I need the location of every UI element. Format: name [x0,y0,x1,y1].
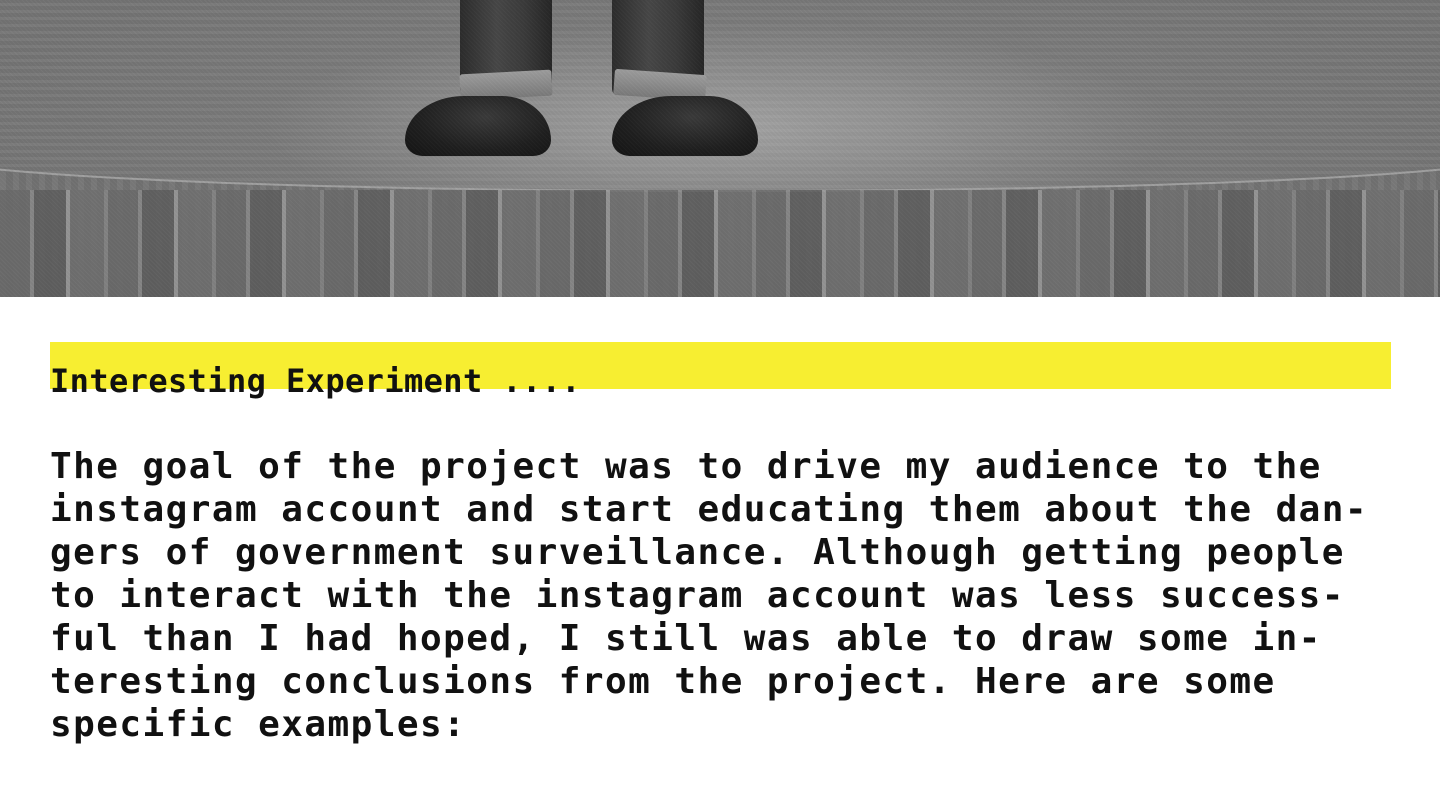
paragraph-line: ful than I had hoped, I still was able t… [50,618,1322,659]
paragraph-line: specific examples: [50,704,467,745]
hero-photo [0,0,1440,297]
section-heading: Interesting Experiment .... [50,362,581,400]
paragraph-line: The goal of the project was to drive my … [50,446,1322,487]
photo-left-boot [405,96,551,156]
photo-floor-boards [0,190,1440,297]
paragraph-line: gers of government surveillance. Althoug… [50,532,1345,573]
photo-right-boot [612,96,758,156]
article-section: Interesting Experiment .... The goal of … [50,342,1395,745]
paragraph-line: teresting conclusions from the project. … [50,661,1276,702]
paragraph-line: instagram account and start educating th… [50,489,1369,530]
article-paragraph: The goal of the project was to drive my … [50,445,1395,746]
paragraph-line: to interact with the instagram account w… [50,575,1345,616]
photo-floor-mat [0,0,1440,190]
